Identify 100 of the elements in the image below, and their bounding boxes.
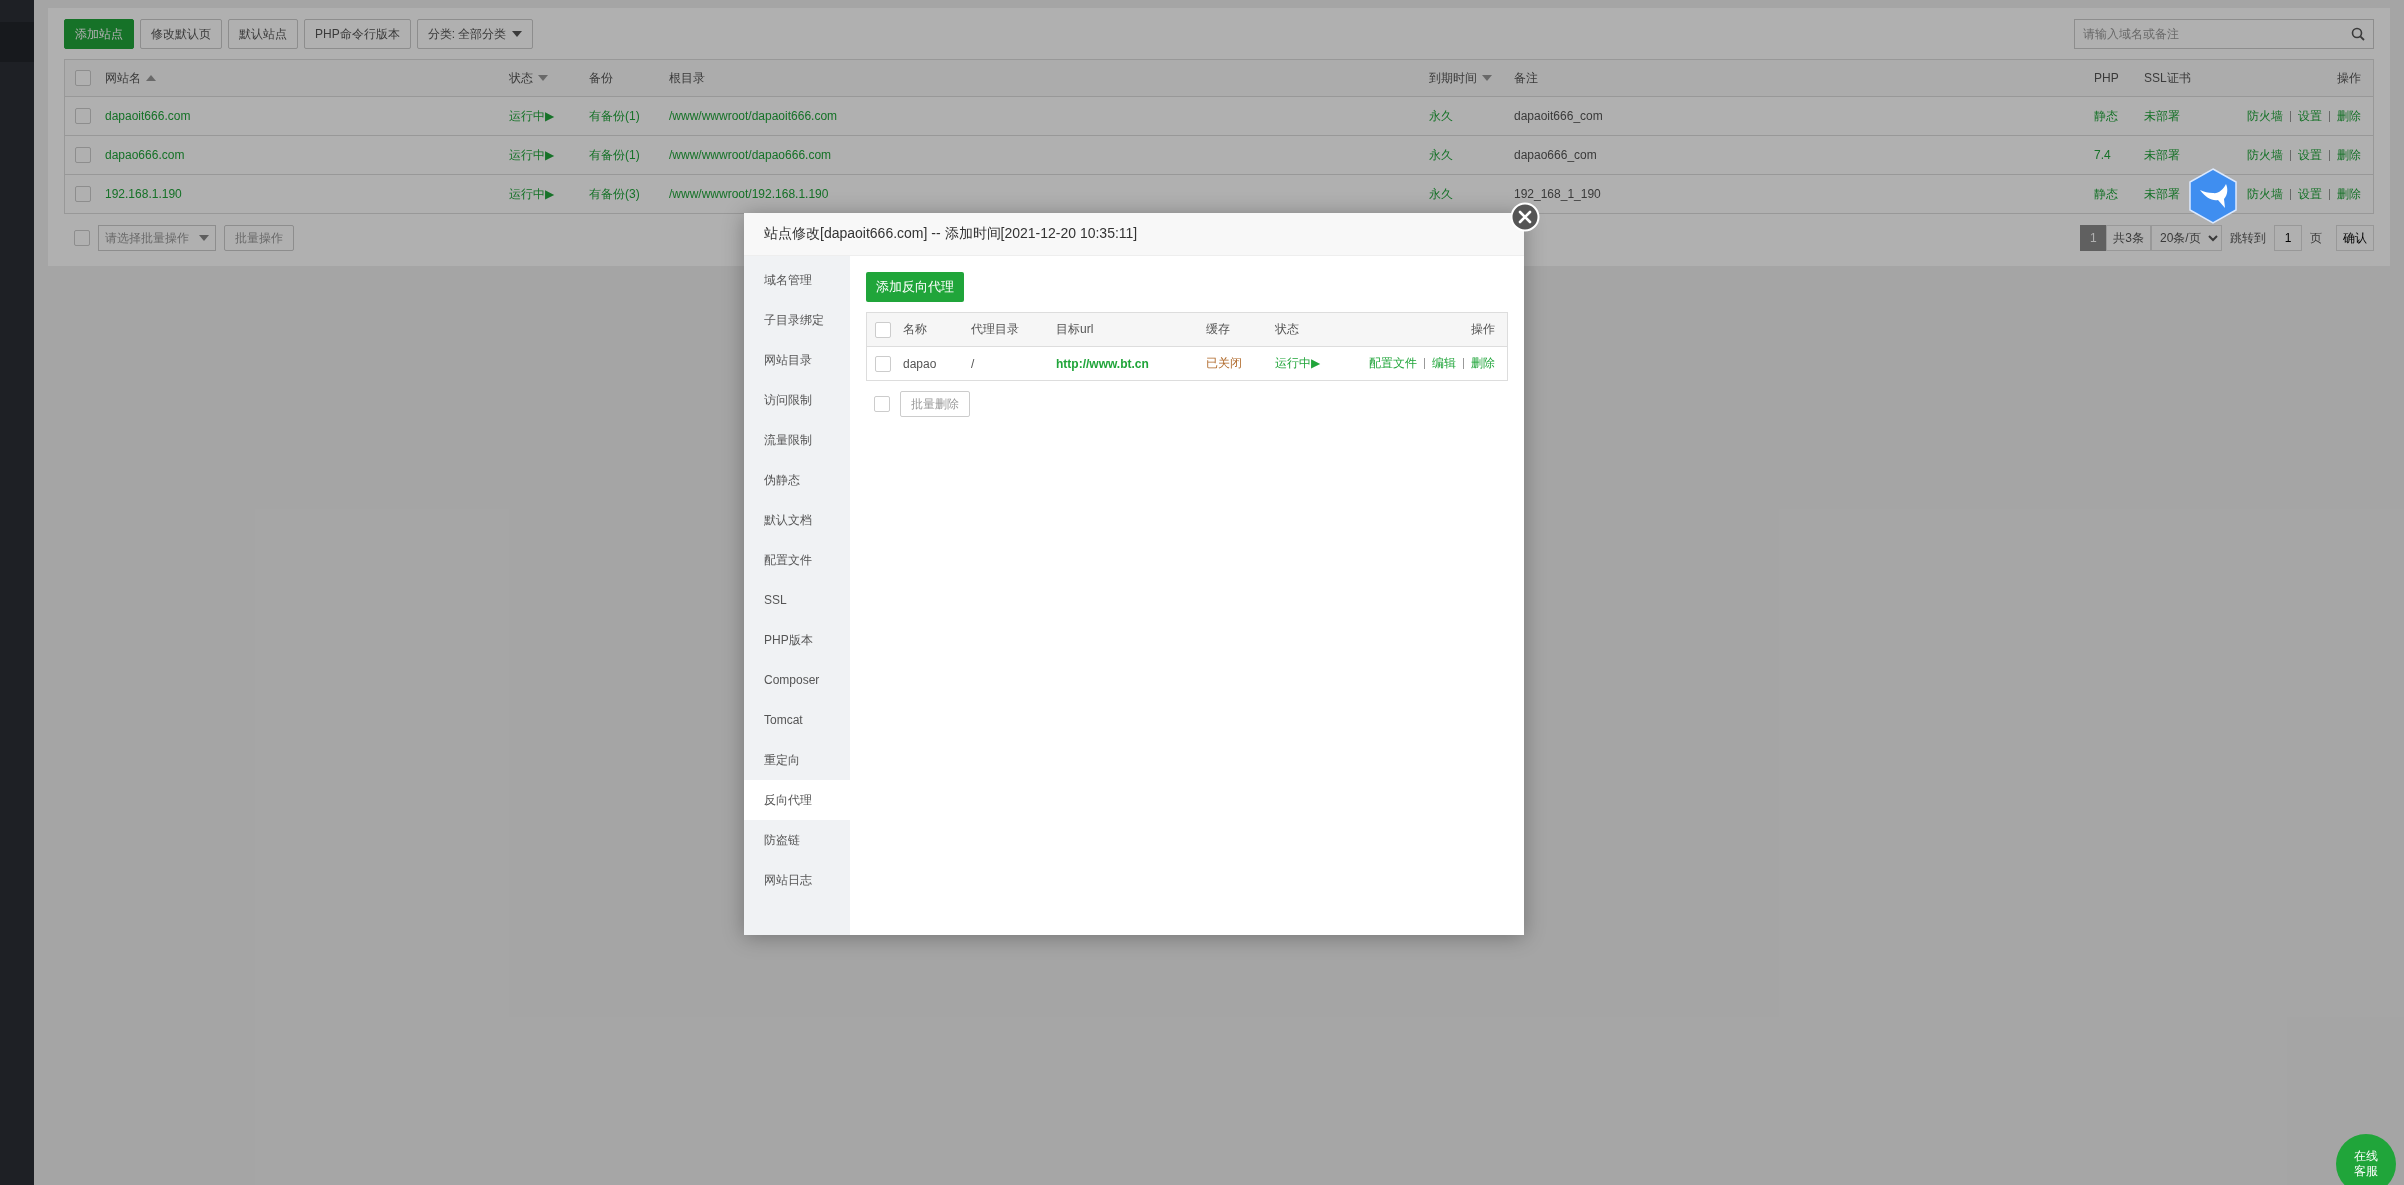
modal-title: 站点修改[dapaoit666.com] -- 添加时间[2021-12-20 10:35:11]	[744, 213, 1524, 256]
close-icon[interactable]	[1510, 202, 1540, 232]
expiry-link[interactable]: 永久	[1429, 146, 1453, 164]
menu-item[interactable]: 防盗链	[744, 820, 850, 860]
menu-item[interactable]: 访问限制	[744, 380, 850, 420]
menu-item[interactable]: 域名管理	[744, 260, 850, 300]
site-link[interactable]: 192.168.1.190	[105, 187, 182, 201]
add-proxy-button[interactable]: 添加反向代理	[866, 272, 964, 302]
batch-delete-button[interactable]: 批量删除	[900, 391, 970, 417]
action-link[interactable]: 设置	[2290, 149, 2322, 161]
column-header: 状态	[509, 69, 533, 87]
toolbar-button[interactable]: PHP命令行版本	[304, 19, 411, 49]
column-header: 名称	[903, 321, 928, 338]
column-header: 备注	[1514, 69, 1538, 87]
column-header: 备份	[589, 69, 613, 87]
backup-link[interactable]: 有备份(3)	[589, 185, 640, 203]
action-link[interactable]: 删除	[2329, 188, 2361, 200]
table-cell: dapao666_com	[1514, 148, 1597, 162]
status-link[interactable]: 运行中▶	[1275, 355, 1321, 372]
menu-item[interactable]: SSL	[744, 580, 850, 620]
url-link[interactable]: http://www.bt.cn	[1056, 356, 1149, 371]
sidebar-highlight[interactable]	[0, 22, 34, 62]
ssl-link[interactable]: 未部署	[2144, 146, 2180, 164]
column-header: 根目录	[669, 69, 705, 87]
php-link[interactable]: 静态	[2094, 107, 2118, 125]
menu-item[interactable]: 网站目录	[744, 340, 850, 380]
checkbox[interactable]	[74, 230, 90, 246]
checkbox[interactable]	[875, 355, 891, 372]
checkbox[interactable]	[75, 108, 91, 124]
checkbox[interactable]	[75, 147, 91, 163]
menu-item[interactable]: Composer	[744, 660, 850, 700]
root-link[interactable]: /www/wwwroot/dapaoit666.com	[669, 109, 838, 123]
column-header: 操作	[1470, 321, 1496, 338]
column-header: 缓存	[1206, 321, 1231, 338]
action-link[interactable]: 防火墙	[2247, 185, 2283, 203]
action-link[interactable]: 编辑	[1424, 358, 1456, 369]
column-header: 状态	[1275, 321, 1300, 338]
column-header: SSL证书	[2144, 69, 2191, 87]
menu-item[interactable]: 网站日志	[744, 860, 850, 900]
action-link[interactable]: 防火墙	[2247, 146, 2283, 164]
table-cell: /	[971, 356, 975, 371]
table-cell: dapao	[903, 356, 937, 371]
search-icon[interactable]	[2351, 27, 2365, 41]
action-link[interactable]: 删除	[1463, 358, 1495, 369]
status-link[interactable]: 运行中▶	[509, 185, 555, 203]
action-link[interactable]: 配置文件	[1369, 355, 1417, 372]
batch-button[interactable]: 批量操作	[224, 225, 294, 251]
php-link[interactable]: 7.4	[2094, 148, 2111, 162]
site-link[interactable]: dapao666.com	[105, 148, 185, 162]
menu-item[interactable]: 默认文档	[744, 500, 850, 540]
menu-item[interactable]: 配置文件	[744, 540, 850, 580]
root-link[interactable]: /www/wwwroot/dapao666.com	[669, 148, 832, 162]
php-link[interactable]: 静态	[2094, 185, 2118, 203]
expiry-link[interactable]: 永久	[1429, 107, 1453, 125]
menu-item[interactable]: Tomcat	[744, 700, 850, 740]
chat-button[interactable]: 在线 客服	[2336, 1134, 2396, 1185]
ssl-link[interactable]: 未部署	[2144, 107, 2180, 125]
ssl-link[interactable]: 未部署	[2144, 185, 2180, 203]
column-header: 代理目录	[971, 321, 1020, 338]
total-count: 共3条	[2106, 225, 2151, 251]
menu-item[interactable]: 反向代理	[744, 780, 850, 820]
checkbox[interactable]	[75, 70, 91, 86]
table-cell: dapaoit666_com	[1514, 109, 1603, 123]
menu-item[interactable]: PHP版本	[744, 620, 850, 660]
column-header: 操作	[2337, 69, 2361, 87]
menu-item[interactable]: 伪静态	[744, 460, 850, 500]
backup-link[interactable]: 有备份(1)	[589, 146, 640, 164]
action-link[interactable]: 设置	[2290, 188, 2322, 200]
status-link[interactable]: 运行中▶	[509, 107, 555, 125]
page-size-select[interactable]: 20条/页	[2151, 225, 2222, 251]
menu-item[interactable]: 重定向	[744, 740, 850, 780]
action-link[interactable]: 防火墙	[2247, 107, 2283, 125]
sort-up-icon[interactable]	[146, 75, 156, 81]
action-link[interactable]: 删除	[2329, 110, 2361, 122]
column-header: 网站名	[105, 69, 141, 87]
search-field[interactable]: 请输入域名或备注	[2074, 19, 2374, 49]
confirm-button[interactable]: 确认	[2336, 225, 2374, 251]
sort-down-icon[interactable]	[538, 75, 548, 81]
page-input[interactable]: 1	[2274, 225, 2302, 251]
checkbox[interactable]	[875, 321, 891, 338]
checkbox[interactable]	[75, 186, 91, 202]
root-link[interactable]: /www/wwwroot/192.168.1.190	[669, 187, 829, 201]
page-button[interactable]: 1	[2080, 225, 2107, 251]
bird-icon[interactable]	[2188, 168, 2238, 224]
category-dropdown[interactable]: 分类: 全部分类	[416, 19, 534, 49]
status-link[interactable]: 运行中▶	[509, 146, 555, 164]
menu-item[interactable]: 子目录绑定	[744, 300, 850, 340]
checkbox[interactable]	[874, 396, 890, 412]
action-link[interactable]: 删除	[2329, 149, 2361, 161]
toolbar-button[interactable]: 修改默认页	[140, 19, 222, 49]
batch-select[interactable]: 请选择批量操作	[98, 225, 216, 251]
toolbar-button[interactable]: 默认站点	[228, 19, 298, 49]
toolbar-button[interactable]: 添加站点	[64, 19, 134, 49]
menu-item[interactable]: 流量限制	[744, 420, 850, 460]
expiry-link[interactable]: 永久	[1429, 185, 1453, 203]
column-header: 目标url	[1056, 321, 1095, 338]
backup-link[interactable]: 有备份(1)	[589, 107, 640, 125]
action-link[interactable]: 设置	[2290, 110, 2322, 122]
sort-down-icon[interactable]	[1482, 75, 1492, 81]
site-link[interactable]: dapaoit666.com	[105, 109, 191, 123]
